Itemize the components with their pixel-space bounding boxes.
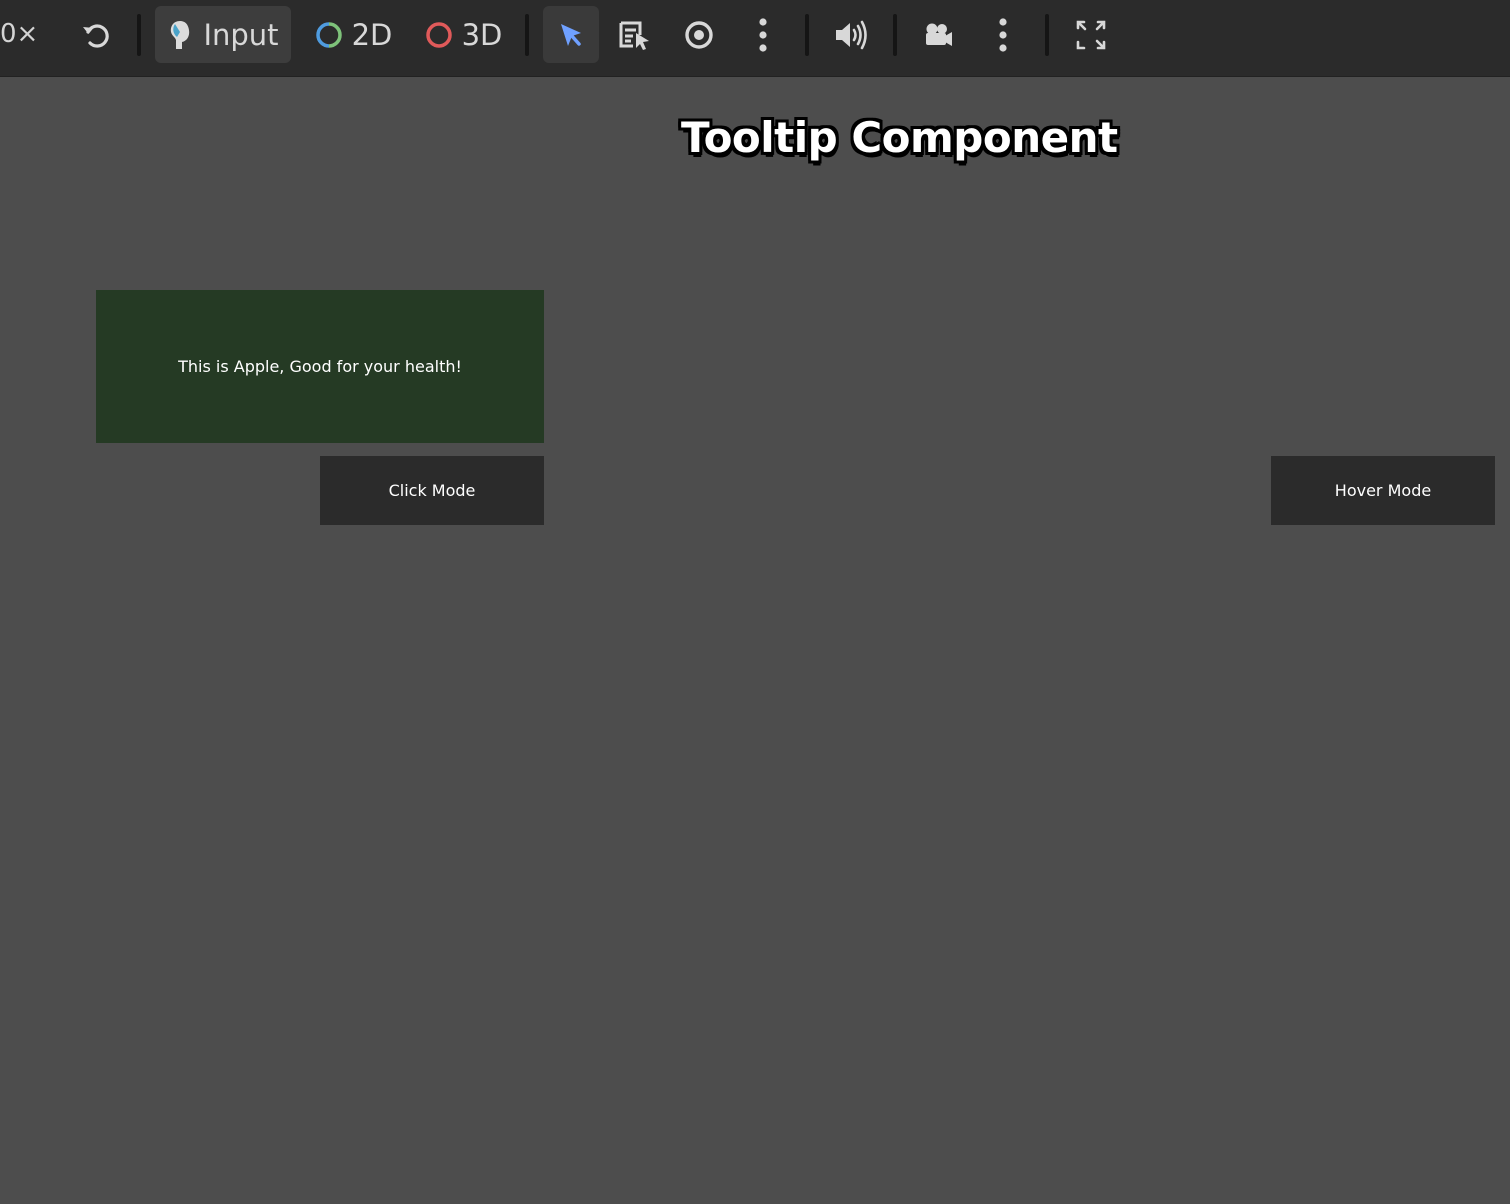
list-select-icon (618, 19, 652, 51)
reset-icon (81, 20, 111, 50)
camera-button[interactable] (910, 6, 966, 63)
3d-mode-button[interactable]: 3D (416, 6, 512, 63)
eye-icon (683, 20, 715, 49)
list-select-button[interactable] (607, 6, 663, 63)
input-icon (167, 18, 193, 52)
3d-mode-label: 3D (461, 17, 503, 52)
more-options-button[interactable] (735, 6, 791, 63)
hover-mode-label: Hover Mode (1334, 481, 1432, 500)
time-scale-label[interactable]: 0× (0, 6, 44, 62)
speaker-icon (834, 20, 868, 50)
toolbar-divider (893, 14, 897, 56)
camera-more-options-button[interactable] (975, 6, 1031, 63)
more-vertical-icon (998, 17, 1008, 52)
toolbar-divider (805, 14, 809, 56)
page-title: Tooltip Component (681, 113, 1118, 162)
click-mode-button[interactable]: Click Mode (320, 456, 544, 525)
camera-icon (923, 22, 953, 48)
toolbar-divider (137, 14, 141, 56)
tooltip-text: This is Apple, Good for your health! (178, 357, 462, 376)
toolbar-divider (1045, 14, 1049, 56)
input-mode-button[interactable]: Input (155, 6, 291, 63)
reset-button[interactable] (68, 6, 124, 63)
2d-mode-label: 2D (351, 17, 393, 52)
2d-mode-button[interactable]: 2D (306, 6, 402, 63)
fullscreen-button[interactable] (1063, 6, 1119, 63)
toolbar-divider (525, 14, 529, 56)
3d-ring-icon (425, 21, 452, 48)
hover-mode-button[interactable]: Hover Mode (1271, 456, 1495, 525)
click-mode-label: Click Mode (388, 481, 476, 500)
visibility-button[interactable] (671, 6, 727, 63)
select-cursor-icon (557, 21, 585, 49)
more-vertical-icon (758, 17, 768, 52)
game-toolbar: 0× Input 2D 3D (0, 0, 1510, 77)
2d-ring-icon (315, 21, 342, 48)
audio-button[interactable] (823, 6, 879, 63)
select-button[interactable] (543, 6, 599, 63)
input-mode-label: Input (203, 17, 279, 52)
fullscreen-icon (1075, 19, 1107, 51)
tooltip-popup: This is Apple, Good for your health! (96, 290, 544, 443)
